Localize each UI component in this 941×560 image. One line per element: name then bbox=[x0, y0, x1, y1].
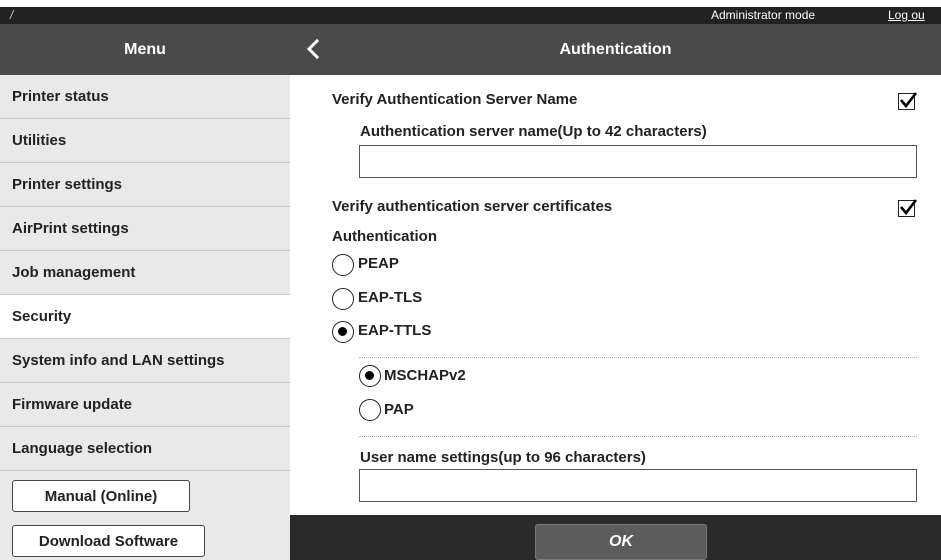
sidebar-item-job-management[interactable]: Job management bbox=[0, 251, 290, 295]
verify-certificates-label: Verify authentication server certificate… bbox=[332, 198, 613, 215]
administrator-mode-label: Administrator mode bbox=[711, 8, 816, 22]
top-bar: / Administrator mode Log ou bbox=[0, 7, 941, 24]
user-name-label: User name settings(up to 96 characters) bbox=[360, 449, 646, 466]
radio-selected-dot bbox=[338, 327, 347, 336]
sidebar-item-label: System info and LAN settings bbox=[12, 352, 225, 369]
pap-label: PAP bbox=[384, 401, 414, 418]
eap-ttls-label: EAP-TTLS bbox=[358, 322, 432, 339]
verify-server-name-label: Verify Authentication Server Name bbox=[332, 91, 578, 108]
eap-tls-label: EAP-TLS bbox=[358, 289, 423, 306]
menu-header: Menu bbox=[0, 24, 290, 75]
sidebar-item-language-selection[interactable]: Language selection bbox=[0, 427, 290, 471]
sidebar-item-airprint-settings[interactable]: AirPrint settings bbox=[0, 207, 290, 251]
sidebar-item-label: Language selection bbox=[12, 440, 153, 457]
sidebar-item-label: Job management bbox=[12, 264, 136, 281]
sidebar-item-printer-status[interactable]: Printer status bbox=[0, 75, 290, 119]
mschapv2-label: MSCHAPv2 bbox=[384, 367, 466, 384]
sidebar-item-utilities[interactable]: Utilities bbox=[0, 119, 290, 163]
path-slash: / bbox=[10, 8, 14, 22]
authentication-label: Authentication bbox=[332, 228, 437, 245]
verify-server-name-checkbox[interactable] bbox=[898, 92, 918, 110]
sidebar-item-label: Printer settings bbox=[12, 176, 123, 193]
footer-bar: OK bbox=[290, 515, 941, 560]
ok-button[interactable]: OK bbox=[535, 524, 707, 560]
authentication-form: Verify Authentication Server Name Authen… bbox=[290, 75, 941, 515]
user-name-input[interactable] bbox=[359, 469, 917, 502]
mschapv2-radio[interactable] bbox=[359, 365, 381, 387]
eap-ttls-radio[interactable] bbox=[332, 321, 354, 343]
radio-selected-dot bbox=[365, 371, 374, 380]
eap-tls-radio[interactable] bbox=[332, 288, 354, 310]
sidebar-item-system-info[interactable]: System info and LAN settings bbox=[0, 339, 290, 383]
peap-radio[interactable] bbox=[332, 254, 354, 276]
server-name-label: Authentication server name(Up to 42 char… bbox=[360, 123, 707, 140]
server-name-input[interactable] bbox=[359, 145, 917, 178]
peap-label: PEAP bbox=[358, 255, 399, 272]
divider bbox=[359, 436, 917, 437]
sidebar-item-label: Firmware update bbox=[12, 396, 133, 413]
page-title: Authentication bbox=[559, 40, 672, 58]
sidebar: Printer status Utilities Printer setting… bbox=[0, 75, 290, 560]
sidebar-item-firmware-update[interactable]: Firmware update bbox=[0, 383, 290, 427]
sidebar-item-label: Utilities bbox=[12, 132, 67, 149]
sidebar-item-security[interactable]: Security bbox=[0, 295, 290, 339]
pap-radio[interactable] bbox=[359, 399, 381, 421]
page-header: Authentication bbox=[290, 24, 941, 75]
manual-online-button[interactable]: Manual (Online) bbox=[12, 480, 190, 512]
divider bbox=[359, 357, 917, 358]
verify-certificates-checkbox[interactable] bbox=[898, 199, 918, 217]
sidebar-item-label: Security bbox=[12, 308, 72, 325]
logout-link[interactable]: Log ou bbox=[888, 8, 925, 22]
menu-title: Menu bbox=[124, 40, 166, 58]
sidebar-item-label: Printer status bbox=[12, 88, 109, 105]
sidebar-item-label: AirPrint settings bbox=[12, 220, 129, 237]
download-software-button[interactable]: Download Software bbox=[12, 525, 205, 557]
sidebar-item-printer-settings[interactable]: Printer settings bbox=[0, 163, 290, 207]
